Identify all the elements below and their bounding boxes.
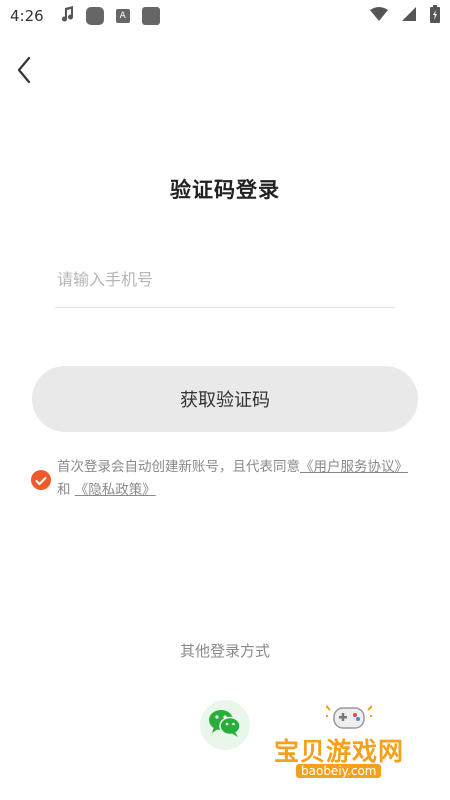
status-time: 4:26 — [10, 7, 44, 25]
watermark-url: baobeiy.com — [296, 764, 382, 778]
privacy-policy-link[interactable]: 《隐私政策》 — [75, 482, 156, 498]
square-notification-icon — [141, 7, 160, 25]
signal-icon — [402, 7, 416, 25]
chevron-left-icon — [15, 56, 33, 88]
wifi-icon — [370, 7, 388, 25]
agreement-text: 首次登录会自动创建新账号，且代表同意《用户服务协议》 和 《隐私政策》 — [57, 456, 422, 502]
a-letter-icon: A — [115, 9, 130, 23]
wechat-icon — [208, 708, 242, 742]
phone-number-input[interactable] — [55, 252, 395, 308]
checkmark-icon — [35, 471, 47, 490]
app-notification-icon — [85, 7, 104, 25]
battery-icon — [430, 5, 440, 27]
music-note-icon — [60, 6, 74, 26]
back-button[interactable] — [8, 56, 40, 88]
agreement-conjunction: 和 — [57, 482, 71, 498]
get-code-button[interactable]: 获取验证码 — [32, 366, 418, 432]
other-login-label: 其他登录方式 — [179, 642, 270, 660]
status-bar: 4:26 A — [0, 0, 450, 32]
watermark-title: 宝贝游戏网 — [274, 737, 405, 766]
system-icons — [370, 5, 440, 27]
watermark-logo: 宝贝游戏网 baobeiy.com — [272, 700, 422, 790]
user-agreement-link[interactable]: 《用户服务协议》 — [300, 459, 408, 475]
agreement-prefix: 首次登录会自动创建新账号，且代表同意 — [57, 459, 300, 475]
notification-icons: A — [60, 6, 160, 26]
wechat-login-button[interactable] — [200, 700, 250, 750]
get-code-label: 获取验证码 — [180, 390, 270, 411]
page-title: 验证码登录 — [170, 178, 280, 202]
agreement-checkbox[interactable] — [31, 470, 51, 490]
